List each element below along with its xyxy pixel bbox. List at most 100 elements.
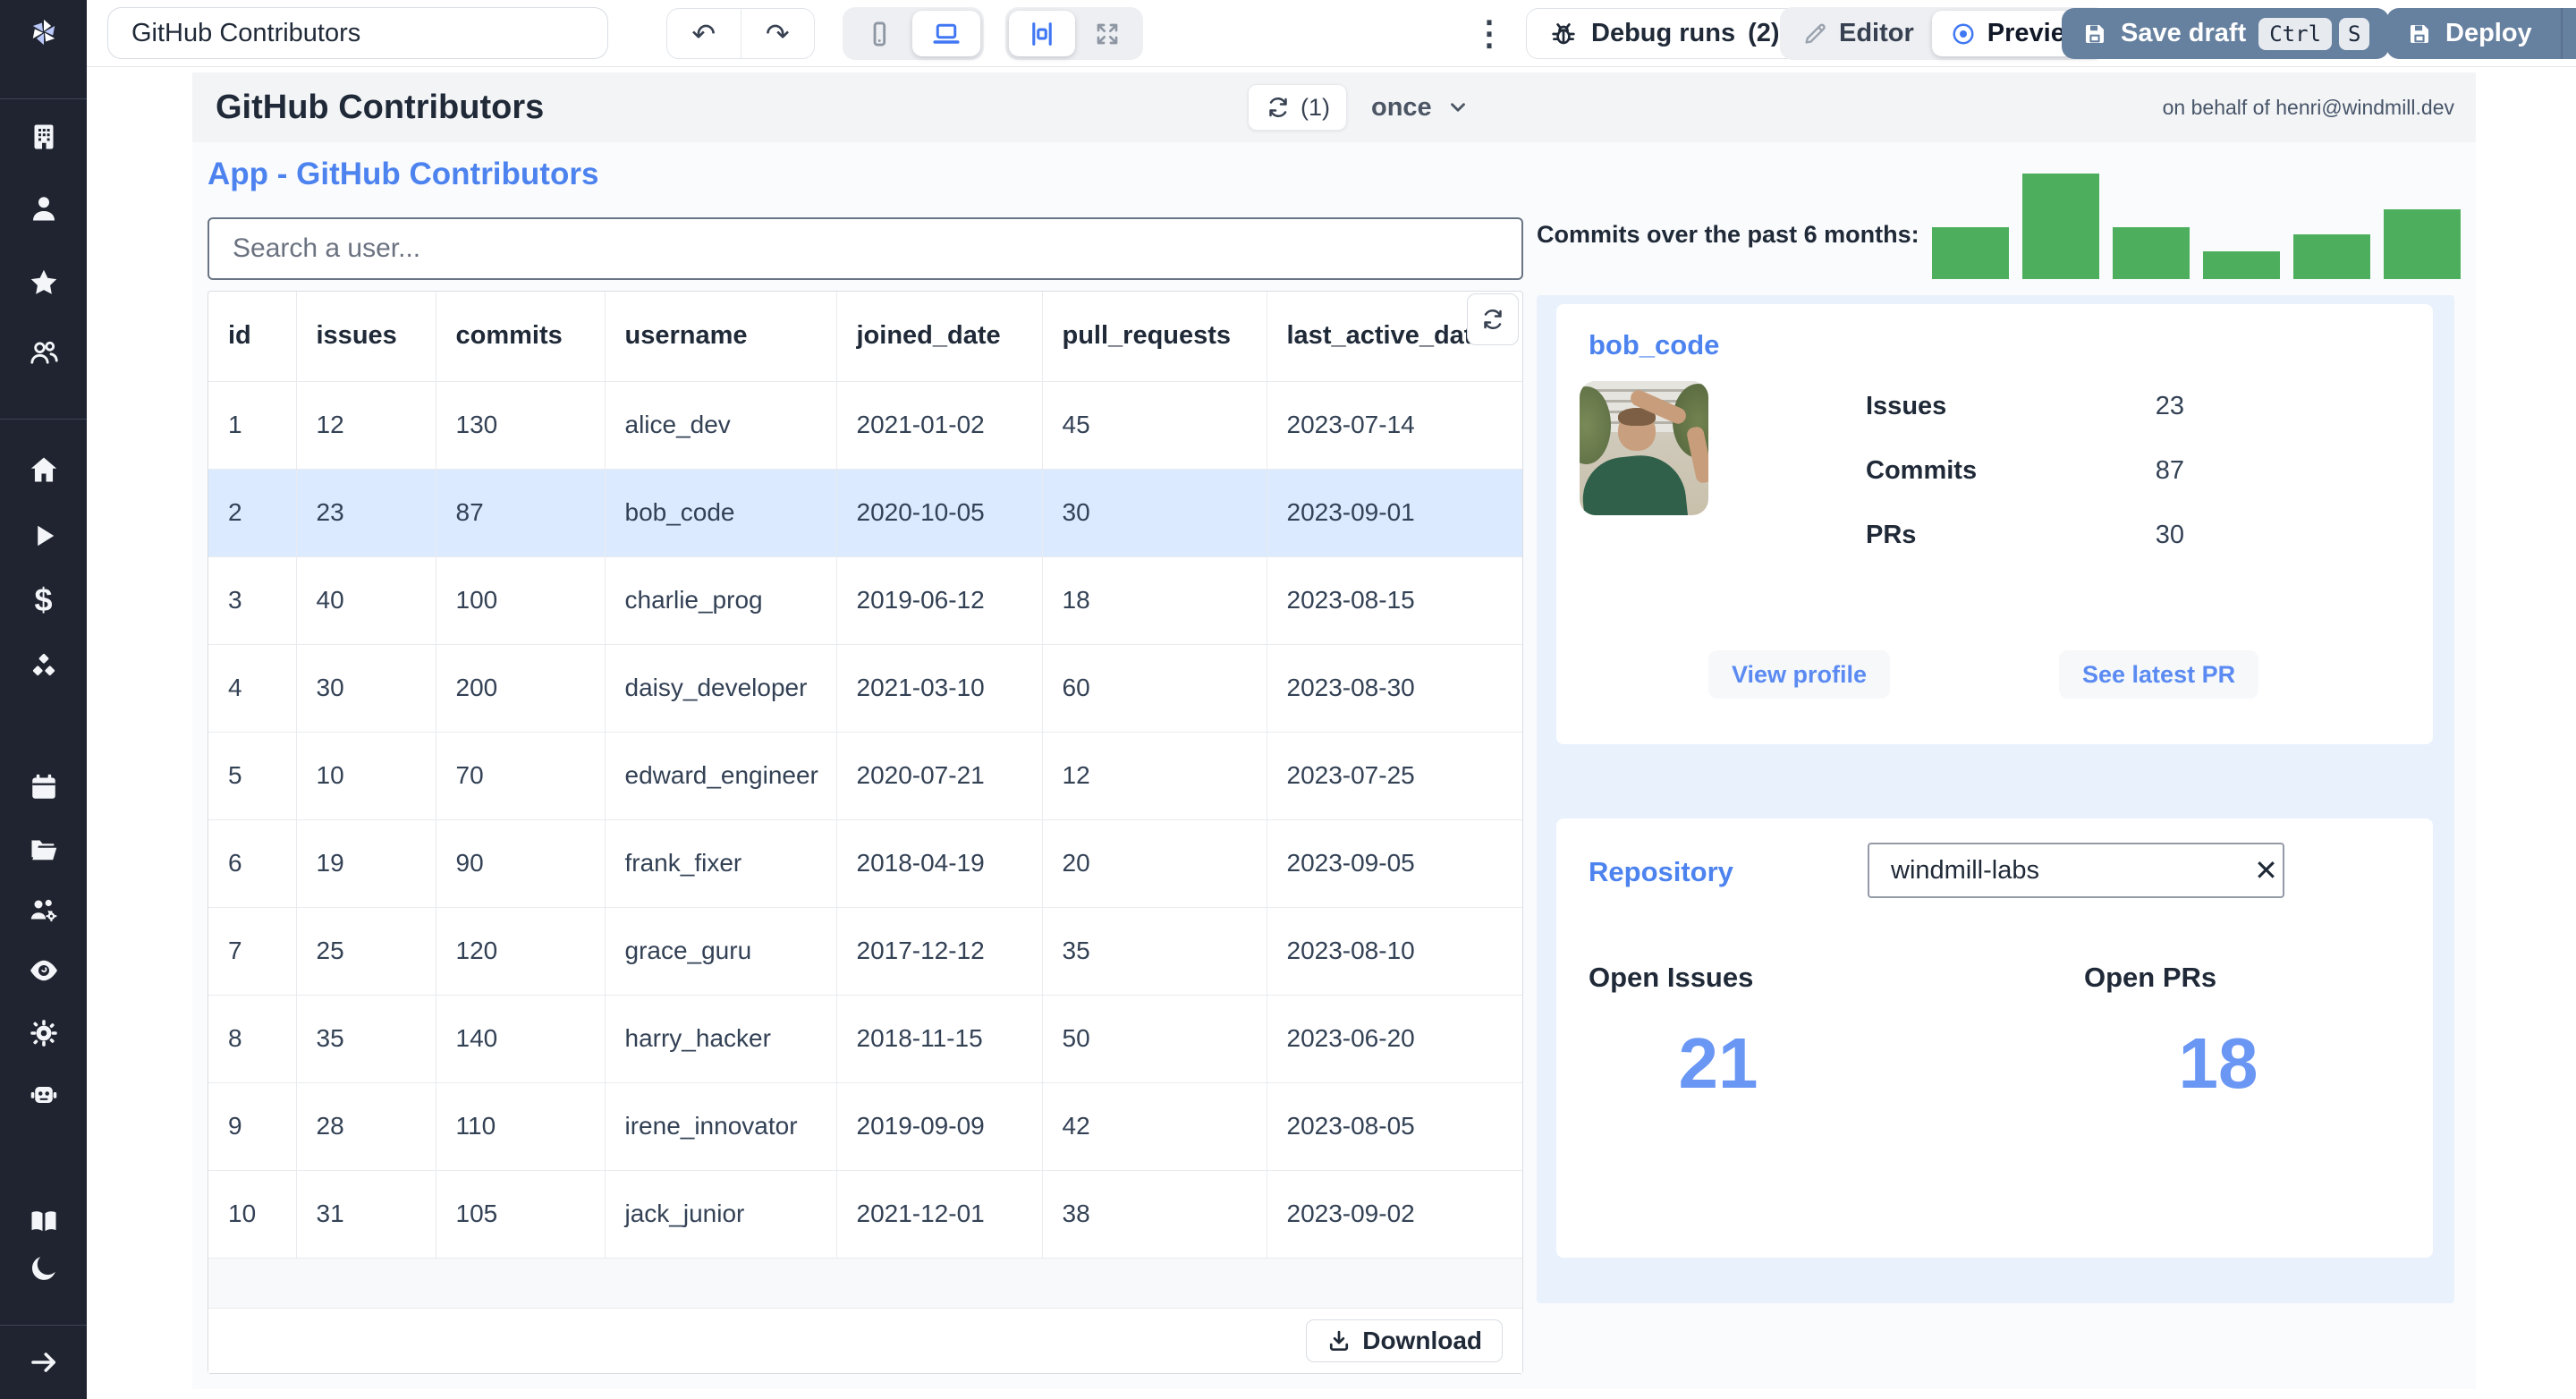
table-row[interactable]: 5 10 70 edward_engineer 2020-07-21 12 2023-07-…: [208, 732, 1522, 820]
sidebar-item-favorites[interactable]: [0, 258, 87, 308]
mobile-view-button[interactable]: [846, 11, 912, 56]
clear-icon[interactable]: ✕: [2250, 853, 2283, 887]
schedule-dropdown[interactable]: once: [1371, 72, 1470, 142]
column-header[interactable]: issues: [296, 292, 436, 382]
repository-card: Repository ✕ Open Issues Open PRs 21 18: [1556, 818, 2433, 1258]
deploy-button[interactable]: Deploy: [2386, 8, 2576, 59]
save-icon: [2081, 21, 2108, 47]
table-cell: 50: [1042, 995, 1267, 1083]
undo-button[interactable]: ↶: [667, 9, 741, 58]
table-refresh-button[interactable]: [1467, 293, 1519, 345]
kbd-s: S: [2339, 17, 2370, 50]
table-cell: 2021-12-01: [836, 1170, 1043, 1259]
sidebar-item-docs[interactable]: [0, 1197, 87, 1247]
commits-bar-chart: [1932, 174, 2469, 279]
table-row[interactable]: 9 28 110 irene_innovator 2019-09-09 42 2023-08…: [208, 1082, 1522, 1171]
building-icon: [28, 121, 60, 153]
table-cell: alice_dev: [605, 381, 837, 470]
sidebar-item-theme-toggle[interactable]: [0, 1243, 87, 1293]
column-header[interactable]: username: [605, 292, 837, 382]
folder-open-icon: [28, 834, 60, 866]
table-row[interactable]: 8 35 140 harry_hacker 2018-11-15 50 2023-06-20: [208, 995, 1522, 1083]
table-row[interactable]: 1 12 130 alice_dev 2021-01-02 45 2023-07-14: [208, 381, 1522, 470]
repository-label: Repository: [1589, 856, 1733, 887]
moon-icon: [28, 1252, 60, 1285]
column-header[interactable]: commits: [436, 292, 606, 382]
app-canvas: App - GitHub Contributors idissuescommit…: [192, 142, 2476, 1389]
table-cell: 87: [436, 469, 606, 557]
sidebar-item-variables[interactable]: $: [0, 575, 87, 625]
dollar-icon: $: [34, 581, 53, 618]
open-issues-value: 21: [1678, 1023, 1758, 1103]
app-heading: App - GitHub Contributors: [208, 157, 599, 191]
sidebar-item-runs[interactable]: [0, 511, 87, 561]
table-row[interactable]: 4 30 200 daisy_developer 2021-03-10 60 2023-08…: [208, 644, 1522, 733]
table-row[interactable]: 3 40 100 charlie_prog 2019-06-12 18 2023-08-15: [208, 556, 1522, 645]
table-cell: 2023-08-10: [1267, 907, 1522, 996]
column-header[interactable]: joined_date: [836, 292, 1043, 382]
table-cell: 90: [436, 819, 606, 908]
table-cell: 140: [436, 995, 606, 1083]
app-refresh-button[interactable]: (1): [1248, 84, 1347, 131]
sidebar-item-home[interactable]: [0, 445, 87, 495]
phone-icon: [864, 19, 894, 49]
center-layout-button[interactable]: [1009, 11, 1075, 56]
sidebar-item-workspace[interactable]: [0, 112, 87, 162]
table-cell: 2023-07-14: [1267, 381, 1522, 470]
table-cell: 31: [296, 1170, 436, 1259]
download-button[interactable]: Download: [1306, 1318, 1503, 1362]
table-cell: 35: [1042, 907, 1267, 996]
open-issues-label: Open Issues: [1589, 962, 1754, 993]
table-row[interactable]: 10 31 105 jack_junior 2021-12-01 38 2023-09-02: [208, 1170, 1522, 1259]
column-header[interactable]: pull_requests: [1042, 292, 1267, 382]
redo-icon: ↷: [765, 17, 790, 50]
sidebar-divider: [0, 1325, 87, 1326]
more-menu-button[interactable]: ⋮: [1471, 13, 1507, 54]
stat-label: Issues: [1866, 391, 1947, 420]
editor-tab[interactable]: Editor: [1784, 11, 1932, 56]
view-profile-button[interactable]: View profile: [1708, 650, 1891, 699]
table-cell: 130: [436, 381, 606, 470]
table-cell: 200: [436, 644, 606, 733]
repository-input[interactable]: [1869, 855, 2250, 886]
search-input[interactable]: [208, 217, 1523, 280]
table-row[interactable]: 2 23 87 bob_code 2020-10-05 30 2023-09-01: [208, 469, 1522, 557]
sidebar-item-audit-logs[interactable]: [0, 945, 87, 996]
debug-runs-button[interactable]: Debug runs (2): [1526, 8, 1802, 59]
table-row[interactable]: 6 19 90 frank_fixer 2018-04-19 20 2023-09-05: [208, 819, 1522, 908]
table-cell: 2017-12-12: [836, 907, 1043, 996]
save-draft-button[interactable]: Save draft Ctrl S: [2062, 8, 2390, 59]
sidebar-item-user[interactable]: [0, 183, 87, 233]
table-cell: 2023-09-05: [1267, 819, 1522, 908]
kbd-ctrl: Ctrl: [2258, 17, 2333, 50]
commit-bar: [2022, 174, 2099, 279]
sidebar-item-schedules[interactable]: [0, 762, 87, 812]
table-cell: 19: [296, 819, 436, 908]
column-header[interactable]: id: [208, 292, 297, 382]
stat-value: 23: [2155, 391, 2184, 420]
windmill-logo-icon[interactable]: [0, 7, 87, 57]
sidebar-divider: [0, 419, 87, 420]
table-row[interactable]: 7 25 120 grace_guru 2017-12-12 35 2023-08-10: [208, 907, 1522, 996]
sidebar-item-ai[interactable]: [0, 1070, 87, 1120]
redo-button[interactable]: ↷: [740, 9, 815, 58]
refresh-count: (1): [1301, 93, 1330, 121]
sidebar-item-settings[interactable]: [0, 1008, 87, 1058]
sidebar-item-groups[interactable]: [0, 885, 87, 935]
sidebar-expand[interactable]: [0, 1337, 87, 1387]
table-cell: 12: [1042, 732, 1267, 820]
table-cell: daisy_developer: [605, 644, 837, 733]
desktop-view-button[interactable]: [912, 11, 980, 56]
sidebar-item-folders[interactable]: [0, 825, 87, 875]
table-cell: 3: [208, 556, 297, 645]
see-latest-pr-button[interactable]: See latest PR: [2059, 650, 2259, 699]
star-icon: [28, 267, 60, 299]
save-icon: [2406, 21, 2433, 47]
undo-redo-group: ↶ ↷: [666, 8, 815, 59]
sidebar-item-resources[interactable]: [0, 641, 87, 691]
refresh-icon: [1479, 306, 1506, 333]
app-title-input[interactable]: [107, 7, 608, 59]
sidebar-item-members[interactable]: [0, 327, 87, 377]
table-cell: 7: [208, 907, 297, 996]
fullwidth-layout-button[interactable]: [1075, 11, 1140, 56]
